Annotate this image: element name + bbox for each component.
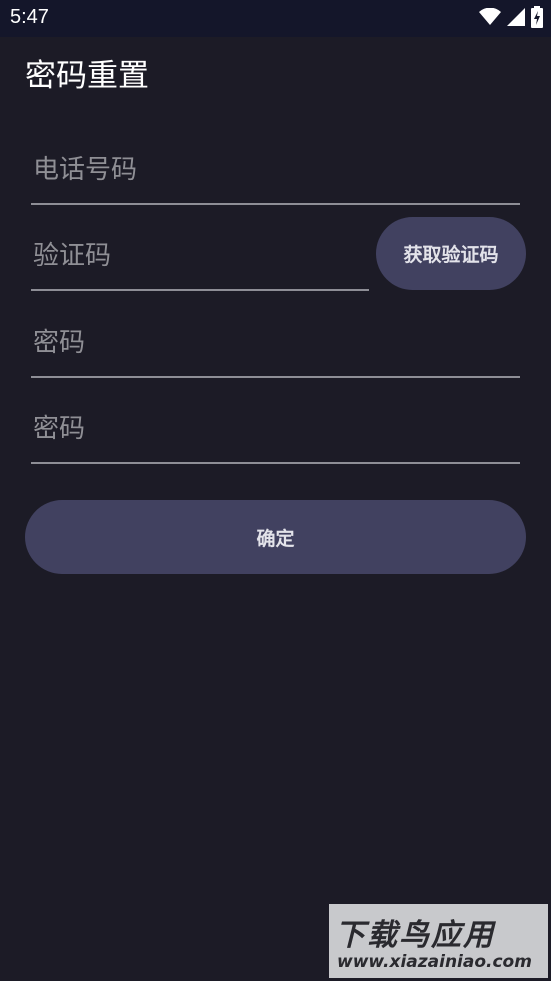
confirm-button[interactable]: 确定 — [25, 500, 526, 574]
password-input[interactable] — [31, 324, 520, 362]
password-underline — [31, 376, 520, 378]
watermark-title: 下载鸟应用 — [335, 918, 495, 953]
password-confirm-underline — [31, 462, 520, 464]
phone-input[interactable] — [31, 151, 520, 189]
code-underline — [31, 289, 369, 291]
password-confirm-field — [31, 390, 520, 464]
watermark: 下载鸟应用 www.xiazainiao.com — [329, 904, 548, 978]
get-code-button[interactable]: 获取验证码 — [376, 217, 526, 290]
status-bar: 5:47 — [0, 0, 551, 37]
wifi-icon — [479, 7, 501, 30]
password-field — [31, 304, 520, 378]
phone-underline — [31, 203, 520, 205]
status-time: 5:47 — [10, 6, 49, 28]
status-icons — [479, 6, 543, 32]
watermark-url: www.xiazainiao.com — [337, 952, 532, 972]
code-field — [31, 217, 369, 291]
signal-icon — [507, 8, 525, 30]
password-confirm-input[interactable] — [31, 410, 520, 448]
phone-field — [31, 131, 520, 205]
battery-charging-icon — [531, 6, 543, 32]
code-input[interactable] — [31, 237, 369, 275]
page-title: 密码重置 — [25, 58, 149, 94]
